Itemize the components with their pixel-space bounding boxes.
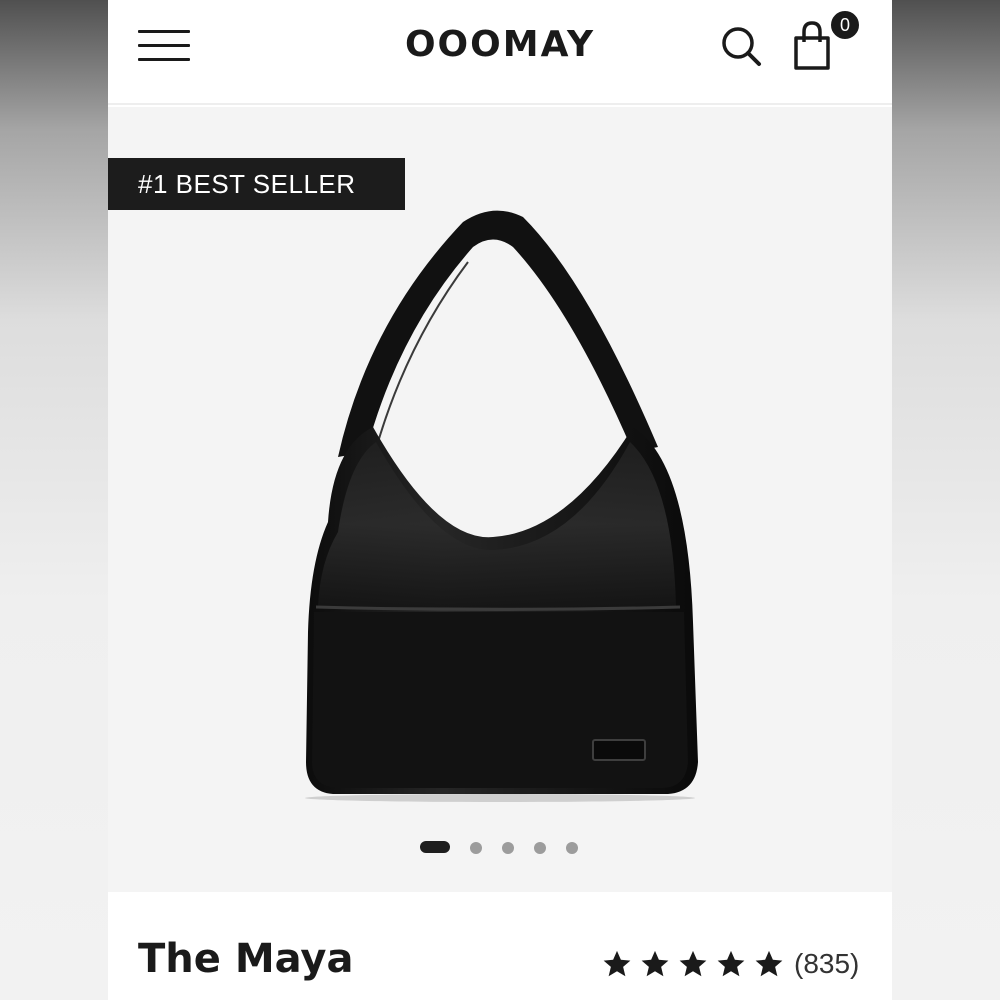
pagination-dot-2[interactable]	[470, 842, 482, 854]
star-icon	[755, 950, 783, 977]
phone-screen: OOOMAY 0 #1 BEST SELLER The Maya (835)	[108, 0, 892, 1000]
review-count[interactable]: (835)	[794, 948, 859, 980]
product-image-gallery[interactable]: #1 BEST SELLER	[108, 107, 892, 892]
star-icon	[717, 950, 745, 977]
pagination-dot-3[interactable]	[502, 842, 514, 854]
site-header: OOOMAY 0	[108, 0, 892, 105]
product-rating[interactable]: (835)	[602, 944, 859, 984]
star-icon	[679, 950, 707, 977]
brand-logo[interactable]: OOOMAY	[108, 24, 892, 65]
pagination-dot-1[interactable]	[420, 841, 450, 853]
pagination-dot-5[interactable]	[566, 842, 578, 854]
product-title: The Maya	[138, 936, 354, 982]
star-icon	[641, 950, 669, 977]
cart-count-badge: 0	[828, 8, 862, 42]
image-pagination-dots	[420, 840, 580, 854]
product-info: The Maya (835)	[108, 892, 892, 1000]
pagination-dot-4[interactable]	[534, 842, 546, 854]
product-image-handbag[interactable]	[288, 202, 708, 802]
search-icon[interactable]	[720, 24, 764, 68]
star-icon	[603, 950, 631, 977]
background-left	[0, 0, 108, 1000]
background-right	[892, 0, 1000, 1000]
